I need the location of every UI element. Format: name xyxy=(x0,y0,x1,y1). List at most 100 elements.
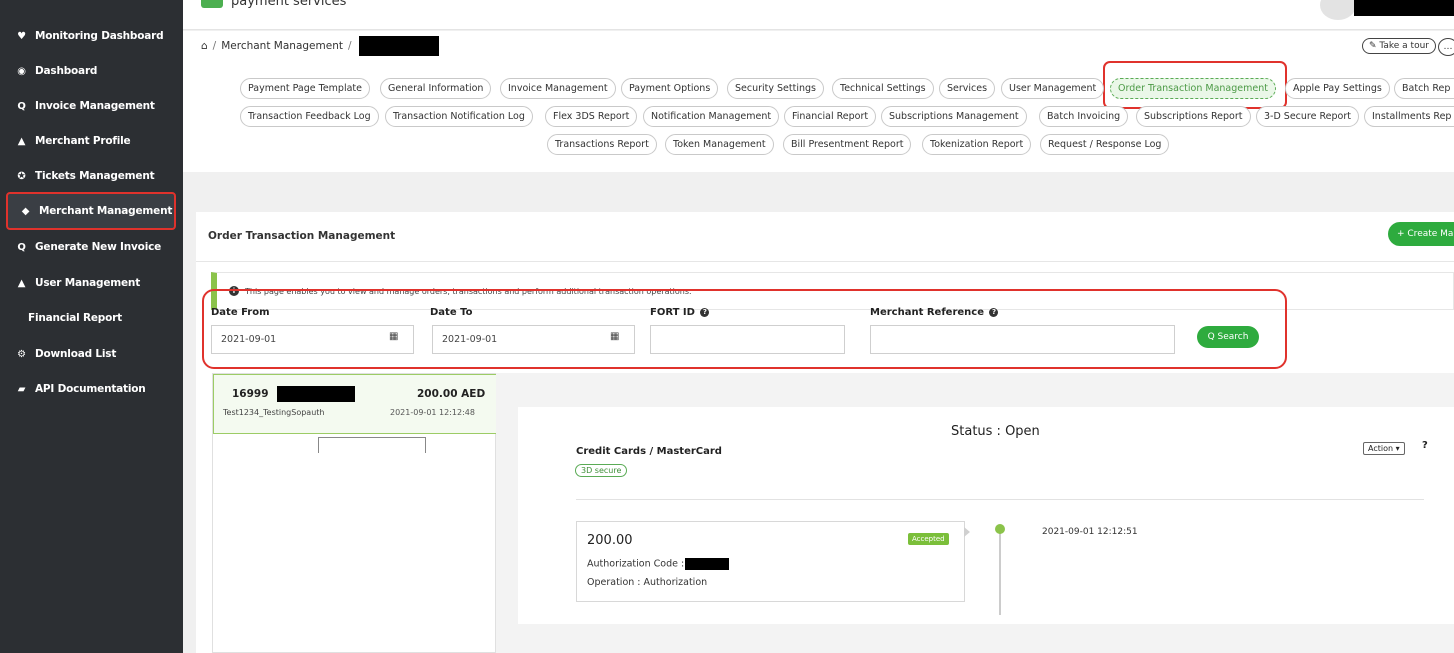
search-icon: Q xyxy=(17,100,26,112)
sidebar: ♥ Monitoring Dashboard ◉ Dashboard Q Inv… xyxy=(0,0,183,653)
tab-transaction-notification-log[interactable]: Transaction Notification Log xyxy=(385,106,533,127)
tab-flex-3ds-report[interactable]: Flex 3DS Report xyxy=(545,106,638,127)
tab-invoice-management[interactable]: Invoice Management xyxy=(500,78,616,99)
calendar-icon[interactable]: ▦ xyxy=(610,331,619,342)
list-item[interactable]: 16999 200.00 AED Test1234_TestingSopauth… xyxy=(213,374,497,434)
avatar[interactable] xyxy=(1320,0,1356,20)
breadcrumb: ⌂ / Merchant Management / ✎ Take a tour … xyxy=(183,31,1454,61)
tab-batch-report[interactable]: Batch Rep xyxy=(1394,78,1454,99)
tab-token-management[interactable]: Token Management xyxy=(665,134,774,155)
tab-transactions-report[interactable]: Transactions Report xyxy=(547,134,657,155)
date-to-input[interactable]: 2021-09-01 xyxy=(432,325,635,354)
tab-financial-report[interactable]: Financial Report xyxy=(784,106,877,127)
tab-tokenization-report[interactable]: Tokenization Report xyxy=(922,134,1032,155)
help-icon[interactable]: ? xyxy=(989,307,999,317)
tab-subscriptions-management[interactable]: Subscriptions Management xyxy=(881,106,1027,127)
sidebar-item-label: Generate New Invoice xyxy=(35,241,162,253)
search-icon: Q xyxy=(17,241,26,253)
date-from-input[interactable]: 2021-09-01 xyxy=(211,325,414,354)
sidebar-item-merchant-management[interactable]: ◆ Merchant Management xyxy=(6,192,176,230)
tab-payment-options[interactable]: Payment Options xyxy=(621,78,719,99)
tab-general-information[interactable]: General Information xyxy=(380,78,492,99)
order-timestamp: 2021-09-01 12:12:48 xyxy=(390,408,475,417)
sidebar-item-generate-new-invoice[interactable]: Q Generate New Invoice xyxy=(0,232,183,262)
redacted-merchant-name xyxy=(358,36,439,56)
create-button[interactable]: + Create Ma xyxy=(1388,222,1454,246)
breadcrumb-item-merchant-management[interactable]: Merchant Management xyxy=(221,40,343,52)
merchant-reference-label: Merchant Reference ? xyxy=(870,307,999,318)
tab-batch-invoicing[interactable]: Batch Invoicing xyxy=(1039,106,1129,127)
help-icon[interactable]: ? xyxy=(1422,440,1428,451)
calendar-icon[interactable]: ▦ xyxy=(389,331,398,342)
sidebar-item-financial-report[interactable]: Financial Report xyxy=(0,303,183,333)
sidebar-item-label: API Documentation xyxy=(35,383,146,395)
sidebar-item-label: Merchant Management xyxy=(39,205,173,217)
tab-payment-page-template[interactable]: Payment Page Template xyxy=(240,78,370,99)
date-from-label: Date From xyxy=(211,307,270,318)
tab-bill-presentment-report[interactable]: Bill Presentment Report xyxy=(783,134,912,155)
3d-secure-badge: 3D secure xyxy=(575,464,628,477)
status-badge: Accepted xyxy=(908,533,949,545)
tag-icon: ◆ xyxy=(21,205,30,217)
logo-mark xyxy=(201,0,223,8)
fort-id-label-text: FORT ID xyxy=(650,307,695,318)
pagination-box[interactable] xyxy=(318,437,426,453)
tab-order-transaction-management[interactable]: Order Transaction Management xyxy=(1110,78,1276,99)
authorization-code-label: Authorization Code : xyxy=(587,558,685,570)
user-icon: ▲ xyxy=(17,135,26,147)
take-a-tour-label: Take a tour xyxy=(1379,41,1429,51)
fort-id-input[interactable] xyxy=(650,325,845,354)
top-header: payment services xyxy=(183,0,1454,30)
tab-subscriptions-report[interactable]: Subscriptions Report xyxy=(1136,106,1251,127)
tab-request-response-log[interactable]: Request / Response Log xyxy=(1040,134,1170,155)
caret-right-icon xyxy=(964,527,970,537)
divider xyxy=(196,261,1454,262)
tab-services[interactable]: Services xyxy=(939,78,996,99)
take-a-tour-button[interactable]: ✎ Take a tour xyxy=(1361,38,1436,54)
timeline-dot-icon xyxy=(995,524,1005,534)
help-icon[interactable]: ? xyxy=(700,307,710,317)
lifebuoy-icon: ✪ xyxy=(17,170,26,182)
sidebar-item-invoice-management[interactable]: Q Invoice Management xyxy=(0,91,183,121)
tab-technical-settings[interactable]: Technical Settings xyxy=(832,78,934,99)
tab-security-settings[interactable]: Security Settings xyxy=(727,78,824,99)
sidebar-item-tickets-management[interactable]: ✪ Tickets Management xyxy=(0,161,183,191)
action-dropdown[interactable]: Action ▾ xyxy=(1363,442,1405,455)
divider xyxy=(576,499,1424,500)
sidebar-item-merchant-profile[interactable]: ▲ Merchant Profile xyxy=(0,126,183,156)
sidebar-item-label: Tickets Management xyxy=(35,170,155,182)
transaction-amount: 200.00 xyxy=(587,533,633,548)
authorization-code: Authorization Code : xyxy=(587,558,730,570)
home-icon[interactable]: ⌂ xyxy=(201,40,208,52)
sidebar-item-download-list[interactable]: ⚙ Download List xyxy=(0,339,183,369)
date-to-label: Date To xyxy=(430,307,473,318)
sidebar-item-dashboard[interactable]: ◉ Dashboard xyxy=(0,56,183,86)
search-button[interactable]: Q Search xyxy=(1197,326,1259,348)
order-status: Status : Open xyxy=(951,424,1040,439)
tab-apple-pay-settings[interactable]: Apple Pay Settings xyxy=(1285,78,1390,99)
breadcrumb-separator: / xyxy=(212,40,217,52)
order-list: 16999 200.00 AED Test1234_TestingSopauth… xyxy=(212,373,497,653)
merchant-reference-input[interactable] xyxy=(870,325,1175,354)
merchant-tabs: Payment Page Template General Informatio… xyxy=(183,61,1454,172)
tab-installments-report[interactable]: Installments Rep xyxy=(1364,106,1454,127)
more-button[interactable]: … xyxy=(1438,38,1454,56)
sidebar-item-user-management[interactable]: ▲ User Management xyxy=(0,268,183,298)
tab-user-management[interactable]: User Management xyxy=(1001,78,1105,99)
breadcrumb-separator: / xyxy=(347,40,352,52)
tab-notification-management[interactable]: Notification Management xyxy=(643,106,780,127)
transaction-operation: Operation : Authorization xyxy=(587,577,708,588)
tab-transaction-feedback-log[interactable]: Transaction Feedback Log xyxy=(240,106,379,127)
redacted-order-id xyxy=(277,386,355,402)
sidebar-item-api-documentation[interactable]: ▰ API Documentation xyxy=(0,374,183,404)
heart-icon: ♥ xyxy=(17,30,26,42)
order-merchant-reference: Test1234_TestingSopauth xyxy=(223,408,325,417)
sidebar-item-monitoring-dashboard[interactable]: ♥ Monitoring Dashboard xyxy=(0,21,183,51)
pencil-icon: ✎ xyxy=(1368,41,1377,51)
merchant-reference-label-text: Merchant Reference xyxy=(870,307,984,318)
order-amount: 200.00 AED xyxy=(417,388,486,400)
tab-3d-secure-report[interactable]: 3-D Secure Report xyxy=(1256,106,1359,127)
sidebar-item-label: Merchant Profile xyxy=(35,135,131,147)
sidebar-item-label: Invoice Management xyxy=(35,100,155,112)
timeline-timestamp: 2021-09-01 12:12:51 xyxy=(1042,527,1138,537)
